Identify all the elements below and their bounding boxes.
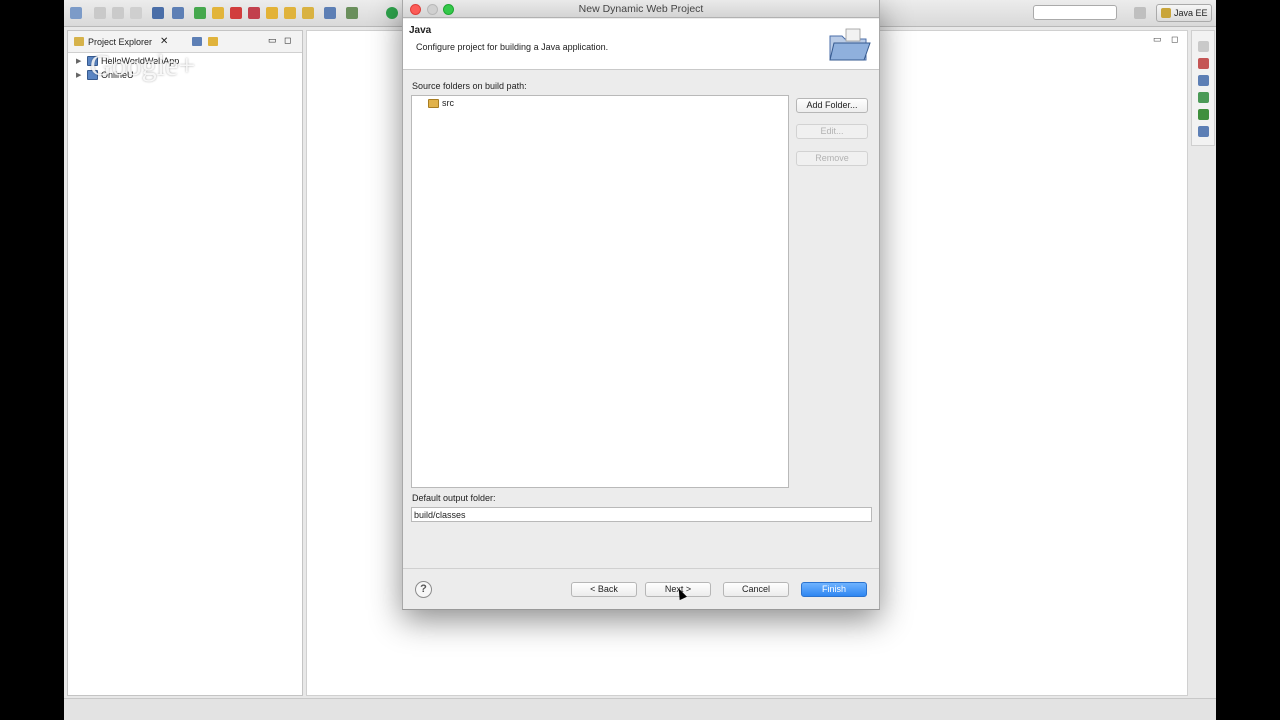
explorer-tab-icon <box>74 37 84 46</box>
step-into-icon[interactable] <box>266 7 278 19</box>
new-dynamic-web-project-dialog: New Dynamic Web Project Java Configure p… <box>402 0 880 610</box>
source-folder-icon <box>428 98 439 108</box>
debug-icon[interactable] <box>172 7 184 19</box>
minimize-icon[interactable]: ▭ <box>268 35 277 46</box>
java-ee-perspective-button[interactable]: Java EE <box>1156 4 1212 22</box>
new-wizard-icon[interactable] <box>70 7 82 19</box>
suspend-icon[interactable] <box>212 7 224 19</box>
source-folders-list[interactable]: src <box>411 95 789 488</box>
maximize-icon[interactable]: ◻ <box>284 35 291 46</box>
resume-icon[interactable] <box>194 7 206 19</box>
data-source-icon[interactable] <box>1198 126 1209 137</box>
back-button[interactable]: < Back <box>571 582 637 597</box>
eclipse-workbench: Java EE Project Explorer ✕ ▭ ◻ ▶ HelloWo… <box>64 0 1216 720</box>
terminate-icon[interactable] <box>230 7 242 19</box>
add-folder-button[interactable]: Add Folder... <box>796 98 868 113</box>
step-over-icon[interactable] <box>284 7 296 19</box>
link-editor-icon[interactable] <box>208 37 218 46</box>
list-item[interactable]: src <box>428 98 454 108</box>
wizard-page-description: Configure project for building a Java ap… <box>416 42 609 52</box>
servers-icon[interactable] <box>1198 109 1209 120</box>
wizard-header: Java Configure project for building a Ja… <box>403 19 879 70</box>
outline-icon[interactable] <box>1198 58 1209 69</box>
collapse-all-icon[interactable] <box>192 37 202 46</box>
console-icon[interactable] <box>152 7 164 19</box>
wizard-page-title: Java <box>409 25 432 36</box>
close-window-icon[interactable] <box>410 4 421 15</box>
dialog-title: New Dynamic Web Project <box>578 3 704 15</box>
close-icon[interactable]: ✕ <box>160 36 168 47</box>
help-icon[interactable]: ? <box>415 581 432 598</box>
finish-button[interactable]: Finish <box>801 582 867 597</box>
minimize-window-icon[interactable] <box>427 4 438 15</box>
google-plus-watermark: Google+ <box>90 49 196 82</box>
step-return-icon[interactable] <box>302 7 314 19</box>
java-ee-icon <box>1161 8 1171 18</box>
folder-wizard-icon <box>829 28 871 61</box>
remove-button[interactable]: Remove <box>796 151 868 166</box>
zoom-window-icon[interactable] <box>443 4 454 15</box>
edit-button[interactable]: Edit... <box>796 124 868 139</box>
open-perspective-icon[interactable] <box>1134 7 1146 19</box>
expand-triangle-icon[interactable]: ▶ <box>76 57 84 65</box>
source-folders-label: Source folders on build path: <box>412 81 527 91</box>
perspective-label: Java EE <box>1174 8 1208 18</box>
task-icon[interactable] <box>324 7 336 19</box>
right-trim-bar <box>1191 30 1215 146</box>
project-explorer-panel: Project Explorer ✕ ▭ ◻ ▶ HelloWorldWebAp… <box>67 30 303 696</box>
expand-triangle-icon[interactable]: ▶ <box>76 71 84 79</box>
save-all-icon[interactable] <box>112 7 124 19</box>
footer-divider <box>403 568 879 569</box>
output-folder-field[interactable] <box>411 507 872 522</box>
restore-icon[interactable] <box>1198 41 1209 52</box>
dialog-titlebar: New Dynamic Web Project <box>403 0 879 18</box>
task-list-icon[interactable] <box>1198 75 1209 86</box>
maximize-icon[interactable]: ◻ <box>1171 34 1178 45</box>
run-icon[interactable] <box>386 7 398 19</box>
cancel-button[interactable]: Cancel <box>723 582 789 597</box>
disconnect-icon[interactable] <box>248 7 260 19</box>
explorer-tab-title: Project Explorer <box>88 37 153 47</box>
markers-icon[interactable] <box>1198 92 1209 103</box>
save-icon[interactable] <box>94 7 106 19</box>
output-folder-label: Default output folder: <box>412 493 496 503</box>
status-bar <box>64 698 1216 720</box>
quick-access-input[interactable] <box>1033 5 1117 20</box>
source-folder-label: src <box>442 98 454 108</box>
minimize-icon[interactable]: ▭ <box>1153 34 1162 45</box>
server-icon[interactable] <box>346 7 358 19</box>
print-icon[interactable] <box>130 7 142 19</box>
